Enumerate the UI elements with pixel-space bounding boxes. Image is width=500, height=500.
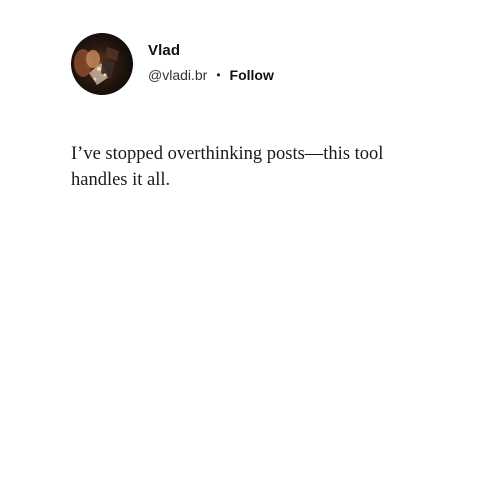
author-meta: @vladi.br • Follow — [148, 66, 274, 84]
follow-button[interactable]: Follow — [230, 66, 274, 84]
post-header: Vlad @vladi.br • Follow — [71, 33, 274, 95]
author-handle[interactable]: @vladi.br — [148, 66, 207, 84]
avatar[interactable] — [71, 33, 133, 95]
post-card: Vlad @vladi.br • Follow I’ve stopped ove… — [0, 0, 500, 500]
separator-dot: • — [216, 67, 221, 82]
author-identity: Vlad @vladi.br • Follow — [148, 42, 274, 84]
post-body: I’ve stopped overthinking posts—this too… — [71, 144, 384, 190]
author-name[interactable]: Vlad — [148, 42, 274, 60]
avatar-photo-icon — [71, 33, 133, 95]
